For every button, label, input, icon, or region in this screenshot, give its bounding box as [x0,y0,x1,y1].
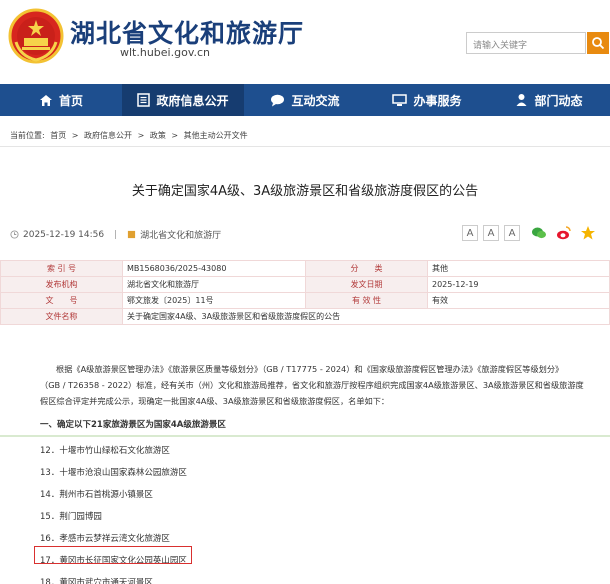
nav-item-interaction[interactable]: 互动交流 [244,84,366,116]
nav-item-label: 部门动态 [534,93,583,108]
nav-item-label: 首页 [58,93,83,108]
table-value: 其他 [427,260,610,277]
nav-item-services[interactable]: 办事服务 [366,84,488,116]
list-item: 15．荆门园博园 [40,512,102,522]
breadcrumb-item[interactable]: 政策 [150,131,166,140]
site-domain: wlt.hubei.gov.cn [120,46,210,59]
weibo-icon[interactable] [556,225,572,241]
table-value: 2025-12-19 [427,276,610,293]
table-row: 索 引 号 MB1568036/2025-43080 分 类 其他 [0,260,610,277]
font-size-large-button[interactable]: A [462,225,478,241]
article-source: 湖北省文化和旅游厅 [140,231,222,241]
breadcrumb-item[interactable]: 政府信息公开 [84,131,132,140]
breadcrumb-prefix: 当前位置: [10,131,45,140]
search-icon [592,37,605,50]
home-icon [39,94,52,106]
table-value: MB1568036/2025-43080 [122,260,306,277]
section-divider [0,435,610,437]
nav-item-label: 政府信息公开 [156,93,229,108]
site-header: 湖北省文化和旅游厅 wlt.hubei.gov.cn 请输入关键字 [0,0,610,84]
paragraph-line: 根据《A级旅游景区管理办法》《旅游景区质量等级划分》（GB / T17775 -… [56,364,564,374]
breadcrumb-item[interactable]: 其他主动公开文件 [184,131,248,140]
paragraph-line: （GB / T26358 - 2022）标准，经有关市（州）文化和旅游局推荐，省… [40,380,584,390]
chat-icon [271,94,285,106]
favorite-star-icon[interactable] [580,225,596,241]
table-value: 有效 [427,292,610,309]
main-nav: 首页 政府信息公开 互动交流 办事服务 部门动态 [0,84,610,116]
paragraph-line: 假区综合评定并完成公示，现确定一批国家4A级、3A级旅游景区和省级旅游度假区，名… [40,396,390,406]
document-icon [137,93,151,107]
table-label: 有 效 性 [305,292,428,309]
article-meta: 2025-12-19 14:56 | 湖北省文化和旅游厅 A A A [0,222,610,246]
nav-item-gov-info[interactable]: 政府信息公开 [122,84,244,116]
table-value: 关于确定国家4A级、3A级旅游景区和省级旅游度假区的公告 [122,308,610,325]
table-label: 文 号 [0,292,123,309]
list-item: 18．黄冈市武穴市通天河景区 [40,578,153,584]
monitor-icon [392,93,408,106]
list-item: 16．孝感市云梦祥云湾文化旅游区 [40,534,170,544]
clock-icon [10,230,19,239]
highlight-box [34,546,192,564]
table-label: 文件名称 [0,308,123,325]
nav-item-label: 办事服务 [413,93,462,108]
site-title: 湖北省文化和旅游厅 [70,19,305,48]
list-item: 14．荆州市石首桃源小镇景区 [40,490,153,500]
table-label: 分 类 [305,260,428,277]
article-body: 根据《A级旅游景区管理办法》《旅游景区质量等级划分》（GB / T17775 -… [40,361,584,409]
source-icon [128,230,136,239]
section-heading: 一、确定以下21家旅游景区为国家4A级旅游景区 [40,420,226,430]
meta-separator: | [114,229,118,240]
info-table: 索 引 号 MB1568036/2025-43080 分 类 其他 发布机构 湖… [0,260,610,325]
publish-date: 2025-12-19 14:56 [23,229,105,240]
nav-item-label: 互动交流 [291,93,340,108]
breadcrumb: 当前位置: 首页 > 政府信息公开 > 政策 > 其他主动公开文件 [10,130,251,141]
font-size-small-button[interactable]: A [504,225,520,241]
table-row: 文件名称 关于确定国家4A级、3A级旅游景区和省级旅游度假区的公告 [0,308,610,325]
national-emblem-icon [8,8,64,64]
breadcrumb-separator: > [137,131,145,140]
divider [0,146,610,147]
breadcrumb-separator: > [171,131,179,140]
table-label: 索 引 号 [0,260,123,277]
font-size-medium-button[interactable]: A [483,225,499,241]
table-label: 发文日期 [305,276,428,293]
search-button[interactable] [587,32,609,54]
meta-info: 2025-12-19 14:56 | 湖北省文化和旅游厅 [10,228,221,241]
table-row: 发布机构 湖北省文化和旅游厅 发文日期 2025-12-19 [0,276,610,293]
person-icon [516,94,527,106]
table-label: 发布机构 [0,276,123,293]
breadcrumb-item[interactable]: 首页 [50,131,66,140]
table-row: 文 号 鄂文旅发〔2025〕11号 有 效 性 有效 [0,292,610,309]
table-value: 湖北省文化和旅游厅 [122,276,306,293]
search-input[interactable]: 请输入关键字 [466,32,586,54]
breadcrumb-separator: > [71,131,79,140]
table-value: 鄂文旅发〔2025〕11号 [122,292,306,309]
wechat-icon[interactable] [531,225,547,241]
list-item: 13．十堰市沧浪山国家森林公园旅游区 [40,468,187,478]
list-item: 12．十堰市竹山绿松石文化旅游区 [40,446,170,456]
nav-item-dept-news[interactable]: 部门动态 [488,84,610,116]
nav-item-home[interactable]: 首页 [0,84,122,116]
article-title: 关于确定国家4A级、3A级旅游景区和省级旅游度假区的公告 [131,184,479,199]
